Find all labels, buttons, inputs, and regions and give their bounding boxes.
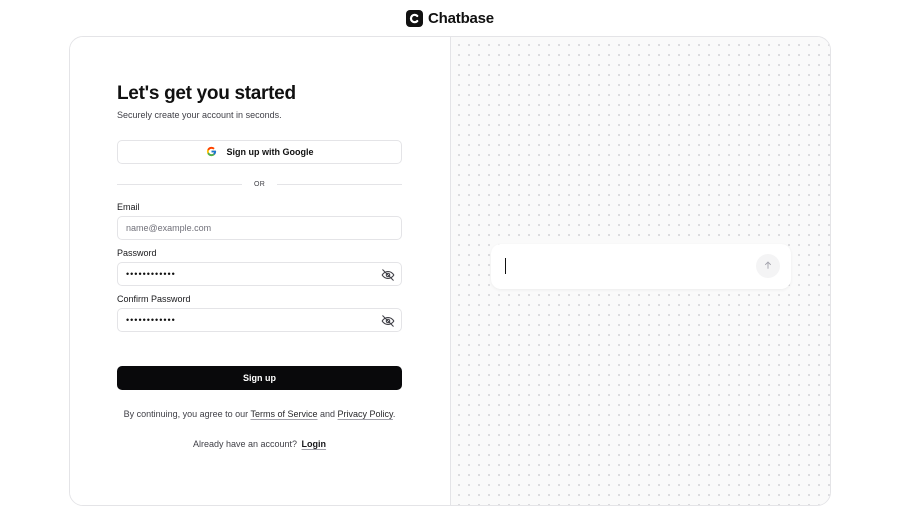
signup-form-panel: Let's get you started Securely create yo… xyxy=(70,37,450,505)
terms-notice: By continuing, you agree to our Terms of… xyxy=(117,409,402,419)
password-field[interactable]: •••••••••••• xyxy=(117,262,402,286)
terms-and: and xyxy=(317,409,338,419)
eye-off-icon[interactable] xyxy=(381,268,395,282)
login-link[interactable]: Login xyxy=(302,439,327,449)
email-label: Email xyxy=(117,202,140,212)
brand-logo[interactable]: Chatbase xyxy=(406,9,494,27)
password-label: Password xyxy=(117,248,157,258)
login-prompt-row: Already have an account? Login xyxy=(117,439,402,449)
text-caret xyxy=(505,258,506,274)
or-divider: OR xyxy=(117,178,403,190)
sign-up-button[interactable]: Sign up xyxy=(117,366,402,390)
confirm-password-masked-value: •••••••••••• xyxy=(126,314,176,325)
signup-card: Let's get you started Securely create yo… xyxy=(69,36,831,506)
arrow-up-icon xyxy=(763,257,773,275)
eye-off-icon[interactable] xyxy=(381,314,395,328)
header: Chatbase xyxy=(0,0,900,36)
brand-name: Chatbase xyxy=(428,9,494,27)
google-icon xyxy=(206,146,217,159)
google-signup-button[interactable]: Sign up with Google xyxy=(117,140,402,164)
chat-input-box[interactable] xyxy=(491,244,791,289)
chat-preview-panel xyxy=(450,37,830,505)
chatbase-logo-icon xyxy=(406,9,424,27)
confirm-password-field[interactable]: •••••••••••• xyxy=(117,308,402,332)
password-masked-value: •••••••••••• xyxy=(126,268,176,279)
page-title: Let's get you started xyxy=(117,83,296,104)
login-prompt: Already have an account? xyxy=(192,439,298,449)
terms-of-service-link[interactable]: Terms of Service xyxy=(250,409,317,419)
terms-suffix: . xyxy=(392,409,396,419)
google-signup-label: Sign up with Google xyxy=(226,147,314,157)
divider-line-right xyxy=(277,183,403,185)
terms-prefix: By continuing, you agree to our xyxy=(123,409,251,419)
send-button[interactable] xyxy=(756,254,780,278)
confirm-password-label: Confirm Password xyxy=(117,294,191,304)
divider-text: OR xyxy=(253,180,266,188)
privacy-policy-link[interactable]: Privacy Policy xyxy=(338,409,393,419)
divider-line-left xyxy=(117,183,242,185)
email-field[interactable] xyxy=(117,216,402,240)
page-subtitle: Securely create your account in seconds. xyxy=(117,110,282,120)
